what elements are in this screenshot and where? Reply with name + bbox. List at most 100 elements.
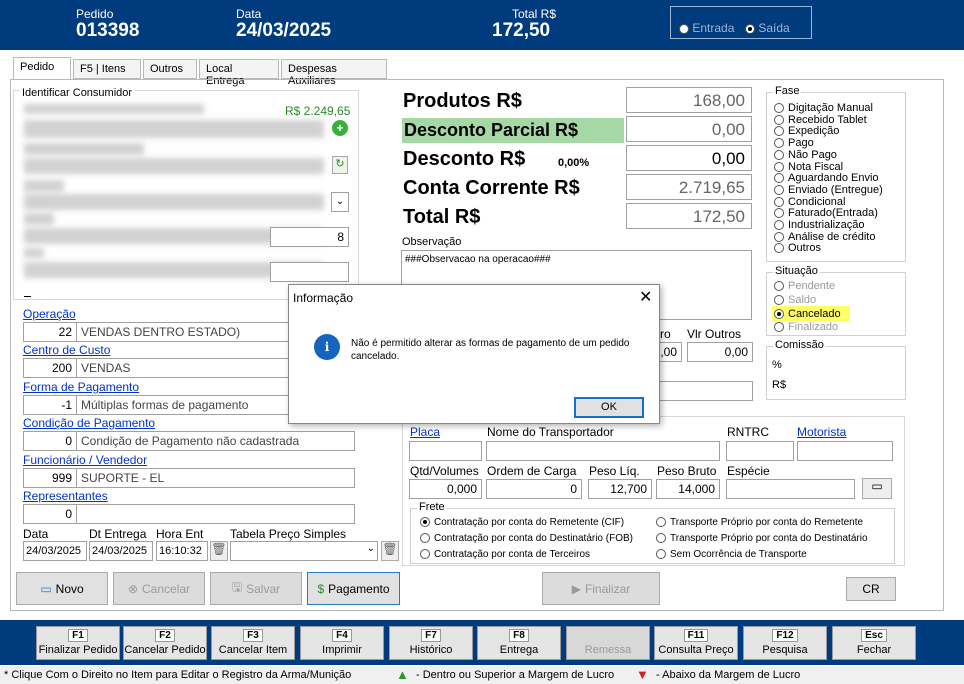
tabela-preco-select[interactable]: ⌄ xyxy=(230,541,378,561)
tab-despesas[interactable]: Despesas Auxiliares xyxy=(281,59,387,87)
operacao-code-field[interactable]: 22 xyxy=(23,322,77,342)
finalizar-button[interactable]: ▶ Finalizar xyxy=(542,572,660,605)
salvar-button[interactable]: 🖫 Salvar xyxy=(210,572,302,605)
cancelar-button[interactable]: ⊗ Cancelar xyxy=(113,572,205,605)
operacao-desc-field: VENDAS DENTRO ESTADO) xyxy=(76,322,291,342)
fase-radio[interactable]: Enviado (Entregue) xyxy=(774,184,883,196)
motorista-field[interactable] xyxy=(797,441,893,461)
motorista-link[interactable]: Motorista xyxy=(797,425,846,439)
dialog-title: Informação xyxy=(293,291,354,305)
play-icon: ▶ xyxy=(571,581,581,596)
forma-code-field[interactable]: -1 xyxy=(23,395,77,415)
transport-search-icon[interactable]: ▭ xyxy=(862,478,892,499)
fase-radio[interactable]: Condicional xyxy=(774,196,845,208)
fkey-button[interactable]: F1 Finalizar Pedido xyxy=(36,626,120,660)
ok-button[interactable]: OK xyxy=(574,397,644,418)
rntrc-field[interactable] xyxy=(726,441,794,461)
fase-radio[interactable]: Análise de crédito xyxy=(774,231,875,243)
fase-radio[interactable]: Nota Fiscal xyxy=(774,161,843,173)
consumer-number-field[interactable]: 8 xyxy=(270,227,349,247)
fkey-button[interactable]: Esc Fechar xyxy=(832,626,916,660)
fkey-button[interactable]: F8 Entrega xyxy=(477,626,561,660)
consumer-extra-field[interactable] xyxy=(270,262,349,282)
centro-custo-link[interactable]: Centro de Custo xyxy=(23,343,110,357)
cr-button[interactable]: CR xyxy=(846,577,896,601)
consumer-dropdown-icon[interactable]: ⌄ xyxy=(331,192,349,212)
trash-icon[interactable]: 🗑 xyxy=(210,541,228,561)
desconto-field[interactable]: 0,00 xyxy=(626,145,752,171)
trash-icon-2[interactable]: 🗑 xyxy=(381,541,399,561)
tab-local-entrega[interactable]: Local Entrega xyxy=(199,59,279,87)
conta-corrente-label: Conta Corrente R$ xyxy=(403,177,580,199)
centro-code-field[interactable]: 200 xyxy=(23,358,77,378)
close-icon[interactable]: ✕ xyxy=(639,287,652,307)
pagamento-button[interactable]: $ Pagamento xyxy=(307,572,400,605)
peso-bruto-label: Peso Bruto xyxy=(657,464,717,478)
representante-code-field[interactable]: 0 xyxy=(23,504,77,524)
fase-radio[interactable]: Digitação Manual xyxy=(774,103,873,114)
fkey-button[interactable]: F12 Pesquisa xyxy=(743,626,827,660)
situacao-title: Situação xyxy=(773,265,820,277)
transportador-label: Nome do Transportador xyxy=(487,425,614,439)
transportador-field[interactable] xyxy=(486,441,720,461)
dt-entrega-field[interactable]: 24/03/2025 xyxy=(89,541,153,561)
fase-radio[interactable]: Não Pago xyxy=(774,149,837,161)
frete-radio[interactable]: Contratação por conta do Destinatário (F… xyxy=(420,533,633,544)
funcionario-link[interactable]: Funcionário / Vendedor xyxy=(23,453,147,467)
header-total-label: Total R$ xyxy=(512,7,557,21)
placa-field[interactable] xyxy=(409,441,482,461)
data-field[interactable]: 24/03/2025 xyxy=(23,541,87,561)
pedido-label: Pedido xyxy=(76,7,114,21)
tab-pedido[interactable]: Pedido xyxy=(13,57,71,79)
desconto-parcial-field[interactable]: 0,00 xyxy=(626,116,752,142)
frete-radio[interactable]: Transporte Próprio por conta do Remetent… xyxy=(656,517,863,528)
condicao-pagamento-link[interactable]: Condição de Pagamento xyxy=(23,416,155,430)
tab-itens[interactable]: F5 | Itens xyxy=(73,59,141,79)
ordem-carga-field[interactable]: 0 xyxy=(486,479,582,499)
funcionario-code-field[interactable]: 999 xyxy=(23,468,77,488)
peso-bruto-field[interactable]: 14,000 xyxy=(656,479,720,499)
fase-radio[interactable]: Faturado(Entrada) xyxy=(774,208,878,219)
qtd-volumes-field[interactable]: 0,000 xyxy=(409,479,482,499)
status-hint: * Clique Com o Direito no Item para Edit… xyxy=(4,669,352,681)
fase-radio[interactable]: Outros xyxy=(774,243,821,254)
desconto-parcial-label: Desconto Parcial R$ xyxy=(404,120,579,140)
fkey-button[interactable]: F7 Histórico xyxy=(389,626,473,660)
frete-radio[interactable]: Contratação por conta de Terceiros xyxy=(420,549,590,560)
representantes-link[interactable]: Representantes xyxy=(23,489,108,503)
refresh-icon[interactable]: ↻ xyxy=(332,156,348,174)
fase-radio[interactable]: Recebido Tablet xyxy=(774,114,867,126)
add-consumer-icon[interactable]: + xyxy=(332,120,348,136)
frete-radio[interactable]: Sem Ocorrência de Transporte xyxy=(656,549,807,560)
peso-liq-field[interactable]: 12,700 xyxy=(588,479,652,499)
fkey-button[interactable]: FRemessa xyxy=(566,626,650,660)
fkey-button[interactable]: F2 Cancelar Pedido xyxy=(123,626,207,660)
situacao-radio[interactable]: Cancelado xyxy=(774,308,841,320)
situacao-radio[interactable]: Saldo xyxy=(774,294,816,306)
fkey-button[interactable]: F11 Consulta Preço xyxy=(654,626,738,660)
condicao-code-field[interactable]: 0 xyxy=(23,431,77,451)
entrada-radio[interactable]: Entrada xyxy=(679,21,734,35)
novo-button[interactable]: ▭ Novo xyxy=(16,572,108,605)
placa-link[interactable]: Placa xyxy=(410,425,440,439)
situacao-radio[interactable]: Finalizado xyxy=(774,321,838,333)
situacao-radio[interactable]: Pendente xyxy=(774,280,835,292)
fase-radio[interactable]: Aguardando Envio xyxy=(774,173,879,184)
especie-field[interactable] xyxy=(726,479,855,499)
fkey-button[interactable]: F4 Imprimir xyxy=(300,626,384,660)
vlr-outros-field[interactable]: 0,00 xyxy=(687,342,753,362)
tab-outros[interactable]: Outros xyxy=(143,59,197,79)
operacao-link[interactable]: Operação xyxy=(23,307,76,321)
frete-radio[interactable]: Transporte Próprio por conta do Destinat… xyxy=(656,533,868,544)
qtd-volumes-label: Qtd/Volumes xyxy=(410,464,479,478)
hora-ent-field[interactable]: 16:10:32 xyxy=(156,541,208,561)
forma-pagamento-link[interactable]: Forma de Pagamento xyxy=(23,380,139,394)
frete-radio[interactable]: Contratação por conta do Remetente (CIF) xyxy=(420,517,624,528)
saida-radio[interactable]: Saída xyxy=(745,21,790,35)
extra-field[interactable] xyxy=(655,381,753,401)
fase-radio[interactable]: Industrialização xyxy=(774,220,864,231)
fase-radio[interactable]: Expedição xyxy=(774,126,839,137)
fkey-button[interactable]: F3 Cancelar Item xyxy=(211,626,295,660)
frete-title: Frete xyxy=(417,501,447,513)
fase-radio[interactable]: Pago xyxy=(774,138,814,149)
